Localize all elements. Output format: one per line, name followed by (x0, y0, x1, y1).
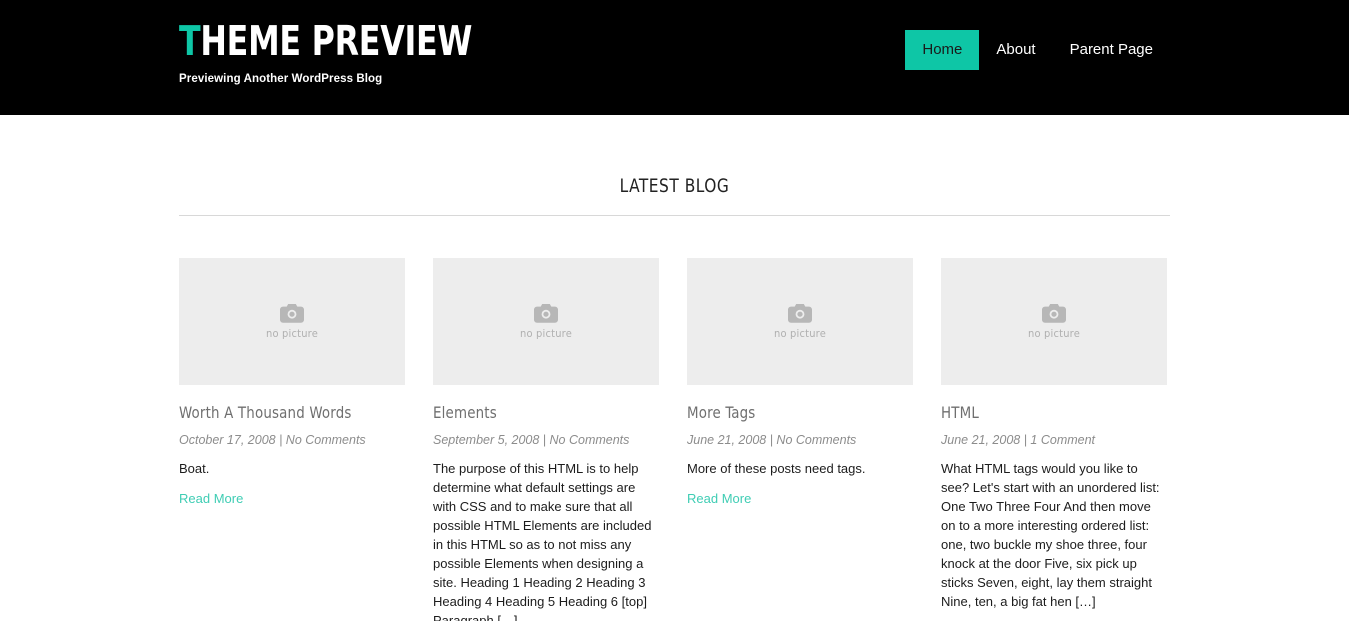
site-header: THEME PREVIEW Previewing Another WordPre… (0, 0, 1349, 115)
post-excerpt: What HTML tags would you like to see? Le… (941, 461, 1160, 610)
site-tagline: Previewing Another WordPress Blog (179, 73, 383, 86)
post-thumbnail[interactable]: no picture (941, 258, 1167, 385)
nav-item-parent-page[interactable]: Parent Page (1053, 30, 1170, 70)
post-card: no picture HTML June 21, 2008 | 1 Commen… (941, 258, 1167, 621)
no-picture-label: no picture (1027, 326, 1080, 340)
no-picture-label: no picture (265, 326, 318, 340)
nav-item-home[interactable]: Home (905, 30, 980, 70)
posts-grid: no picture Worth A Thousand Words Octobe… (179, 258, 1170, 621)
site-title-rest: HEME PREVIEW (200, 17, 473, 65)
post-card: no picture Worth A Thousand Words Octobe… (179, 258, 405, 621)
post-meta: October 17, 2008 | No Comments (179, 433, 366, 448)
post-thumbnail[interactable]: no picture (687, 258, 913, 385)
camera-icon (788, 303, 812, 323)
camera-icon (280, 303, 304, 323)
post-excerpt: More of these posts need tags. (687, 461, 866, 477)
post-title[interactable]: More Tags (687, 403, 897, 422)
read-more-link[interactable]: Read More (179, 489, 243, 508)
post-thumbnail[interactable]: no picture (179, 258, 405, 385)
nav-item-about[interactable]: About (979, 30, 1052, 70)
post-thumbnail[interactable]: no picture (433, 258, 659, 385)
header-inner: THEME PREVIEW Previewing Another WordPre… (179, 0, 1170, 115)
site-title[interactable]: THEME PREVIEW (179, 17, 473, 65)
post-title[interactable]: Elements (433, 403, 643, 422)
no-picture-label: no picture (519, 326, 572, 340)
post-meta: June 21, 2008 | 1 Comment (941, 433, 1096, 448)
read-more-link[interactable]: Read More (687, 489, 751, 508)
site-title-first-letter: T (179, 17, 201, 65)
post-excerpt: Boat. (179, 461, 210, 477)
camera-icon (534, 303, 558, 323)
post-title[interactable]: Worth A Thousand Words (179, 403, 389, 422)
site-branding[interactable]: THEME PREVIEW Previewing Another WordPre… (179, 17, 520, 86)
camera-icon (1042, 303, 1066, 323)
main-content: LATEST BLOG no picture Worth A Thousand … (179, 115, 1170, 621)
main-navigation: Home About Parent Page (905, 30, 1170, 70)
page-title: LATEST BLOG (619, 175, 730, 197)
post-meta: September 5, 2008 | No Comments (433, 433, 630, 448)
post-title[interactable]: HTML (941, 403, 1151, 422)
section-divider (179, 215, 1170, 216)
post-meta: June 21, 2008 | No Comments (687, 433, 857, 448)
no-picture-label: no picture (773, 326, 826, 340)
post-excerpt: The purpose of this HTML is to help dete… (433, 461, 652, 621)
post-card: no picture Elements September 5, 2008 | … (433, 258, 659, 621)
post-card: no picture More Tags June 21, 2008 | No … (687, 258, 913, 621)
